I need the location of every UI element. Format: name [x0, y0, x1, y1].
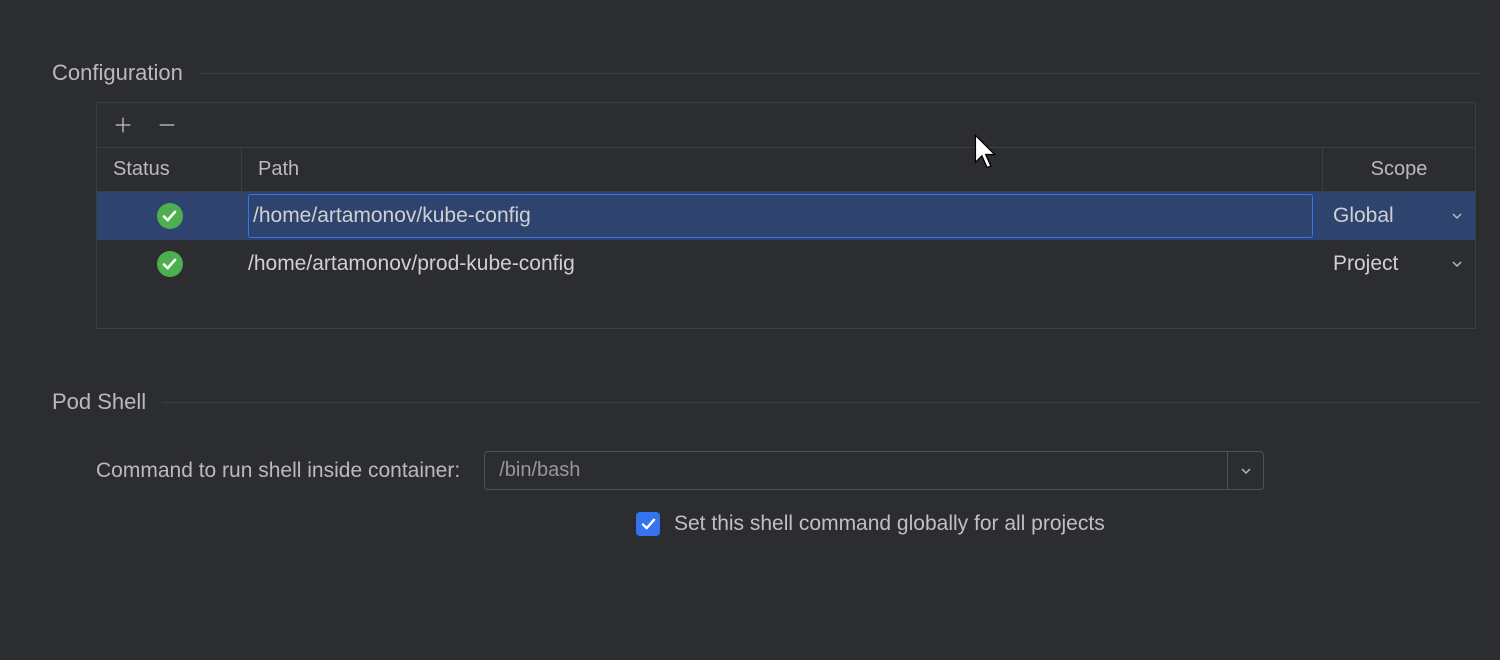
command-history-button[interactable] — [1228, 451, 1264, 490]
scope-cell[interactable]: Global — [1323, 192, 1475, 240]
table-header: Status Path Scope — [97, 148, 1475, 192]
status-cell — [97, 192, 242, 240]
global-command-row: Set this shell command globally for all … — [636, 512, 1480, 536]
configuration-title: Configuration — [52, 60, 183, 86]
check-icon — [641, 518, 656, 530]
shell-command-input[interactable] — [484, 451, 1228, 490]
remove-button[interactable] — [155, 113, 179, 137]
pod-shell-section-header: Pod Shell — [20, 389, 1480, 415]
global-command-checkbox[interactable] — [636, 512, 660, 536]
path-cell[interactable]: /home/artamonov/kube-config — [242, 192, 1323, 240]
status-ok-icon — [157, 251, 183, 277]
configuration-table: Status Path Scope /home/artamonov/kube-c… — [96, 102, 1476, 329]
global-command-label: Set this shell command globally for all … — [674, 512, 1105, 536]
column-status[interactable]: Status — [97, 148, 242, 191]
column-scope[interactable]: Scope — [1323, 148, 1475, 191]
table-body: /home/artamonov/kube-config Global — [97, 192, 1475, 328]
table-row[interactable]: /home/artamonov/prod-kube-config Project — [97, 240, 1475, 288]
status-cell — [97, 240, 242, 288]
divider — [162, 402, 1480, 403]
chevron-down-icon — [1451, 210, 1463, 222]
plus-icon — [112, 114, 134, 136]
add-button[interactable] — [111, 113, 135, 137]
command-label: Command to run shell inside container: — [96, 459, 460, 483]
status-ok-icon — [157, 203, 183, 229]
table-toolbar — [97, 103, 1475, 148]
column-path[interactable]: Path — [242, 148, 1323, 191]
minus-icon — [156, 114, 178, 136]
configuration-section-header: Configuration — [20, 60, 1480, 86]
scope-value: Global — [1333, 204, 1394, 228]
scope-value: Project — [1333, 252, 1398, 276]
scope-cell[interactable]: Project — [1323, 240, 1475, 288]
path-value: /home/artamonov/kube-config — [253, 204, 531, 228]
path-value: /home/artamonov/prod-kube-config — [248, 252, 575, 276]
chevron-down-icon — [1451, 258, 1463, 270]
divider — [199, 73, 1480, 74]
pod-shell-title: Pod Shell — [52, 389, 146, 415]
table-row[interactable]: /home/artamonov/kube-config Global — [97, 192, 1475, 240]
path-cell[interactable]: /home/artamonov/prod-kube-config — [242, 240, 1323, 288]
command-row: Command to run shell inside container: — [96, 451, 1480, 490]
chevron-down-icon — [1240, 465, 1252, 477]
